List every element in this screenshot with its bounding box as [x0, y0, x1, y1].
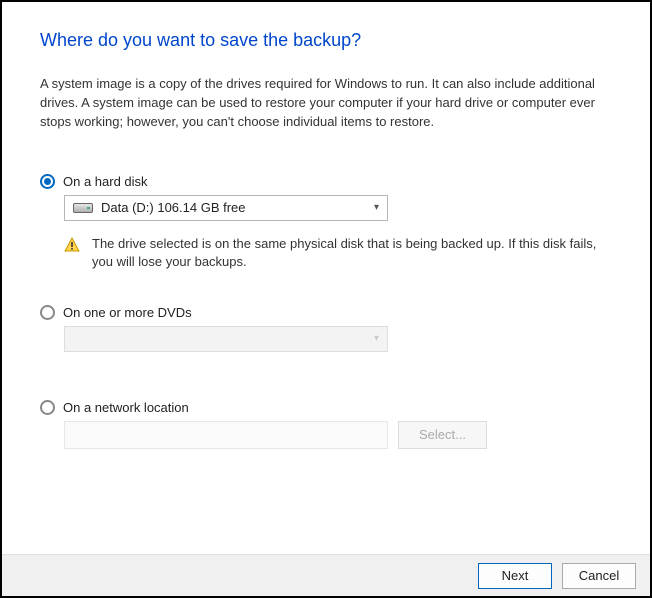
radio-hard-disk[interactable]: [40, 174, 55, 189]
page-description: A system image is a copy of the drives r…: [40, 75, 612, 132]
option-hard-disk: On a hard disk Data (D:) 106.14 GB free …: [40, 174, 612, 271]
radio-network[interactable]: [40, 400, 55, 415]
cancel-button[interactable]: Cancel: [562, 563, 636, 589]
wizard-footer: Next Cancel: [2, 554, 650, 596]
drive-icon: [73, 203, 93, 213]
wizard-content: Where do you want to save the backup? A …: [2, 2, 650, 449]
chevron-down-icon: ▾: [374, 202, 379, 213]
warning-icon: [64, 237, 80, 256]
option-dvds: On one or more DVDs ▾: [40, 305, 612, 352]
radio-dvds-label: On one or more DVDs: [63, 305, 192, 320]
drive-select[interactable]: Data (D:) 106.14 GB free ▾: [64, 195, 388, 221]
radio-network-row[interactable]: On a network location: [40, 400, 612, 415]
warning-text: The drive selected is on the same physic…: [92, 235, 612, 271]
radio-dvds[interactable]: [40, 305, 55, 320]
radio-hard-disk-row[interactable]: On a hard disk: [40, 174, 612, 189]
drive-select-value: Data (D:) 106.14 GB free: [101, 200, 246, 215]
radio-network-label: On a network location: [63, 400, 189, 415]
dvd-select: ▾: [64, 326, 388, 352]
page-title: Where do you want to save the backup?: [40, 30, 612, 51]
select-network-button: Select...: [398, 421, 487, 449]
next-button[interactable]: Next: [478, 563, 552, 589]
option-network: On a network location Select...: [40, 400, 612, 449]
radio-dvds-row[interactable]: On one or more DVDs: [40, 305, 612, 320]
radio-hard-disk-label: On a hard disk: [63, 174, 148, 189]
chevron-down-icon: ▾: [374, 333, 379, 344]
network-path-input: [64, 421, 388, 449]
warning-row: The drive selected is on the same physic…: [64, 235, 612, 271]
